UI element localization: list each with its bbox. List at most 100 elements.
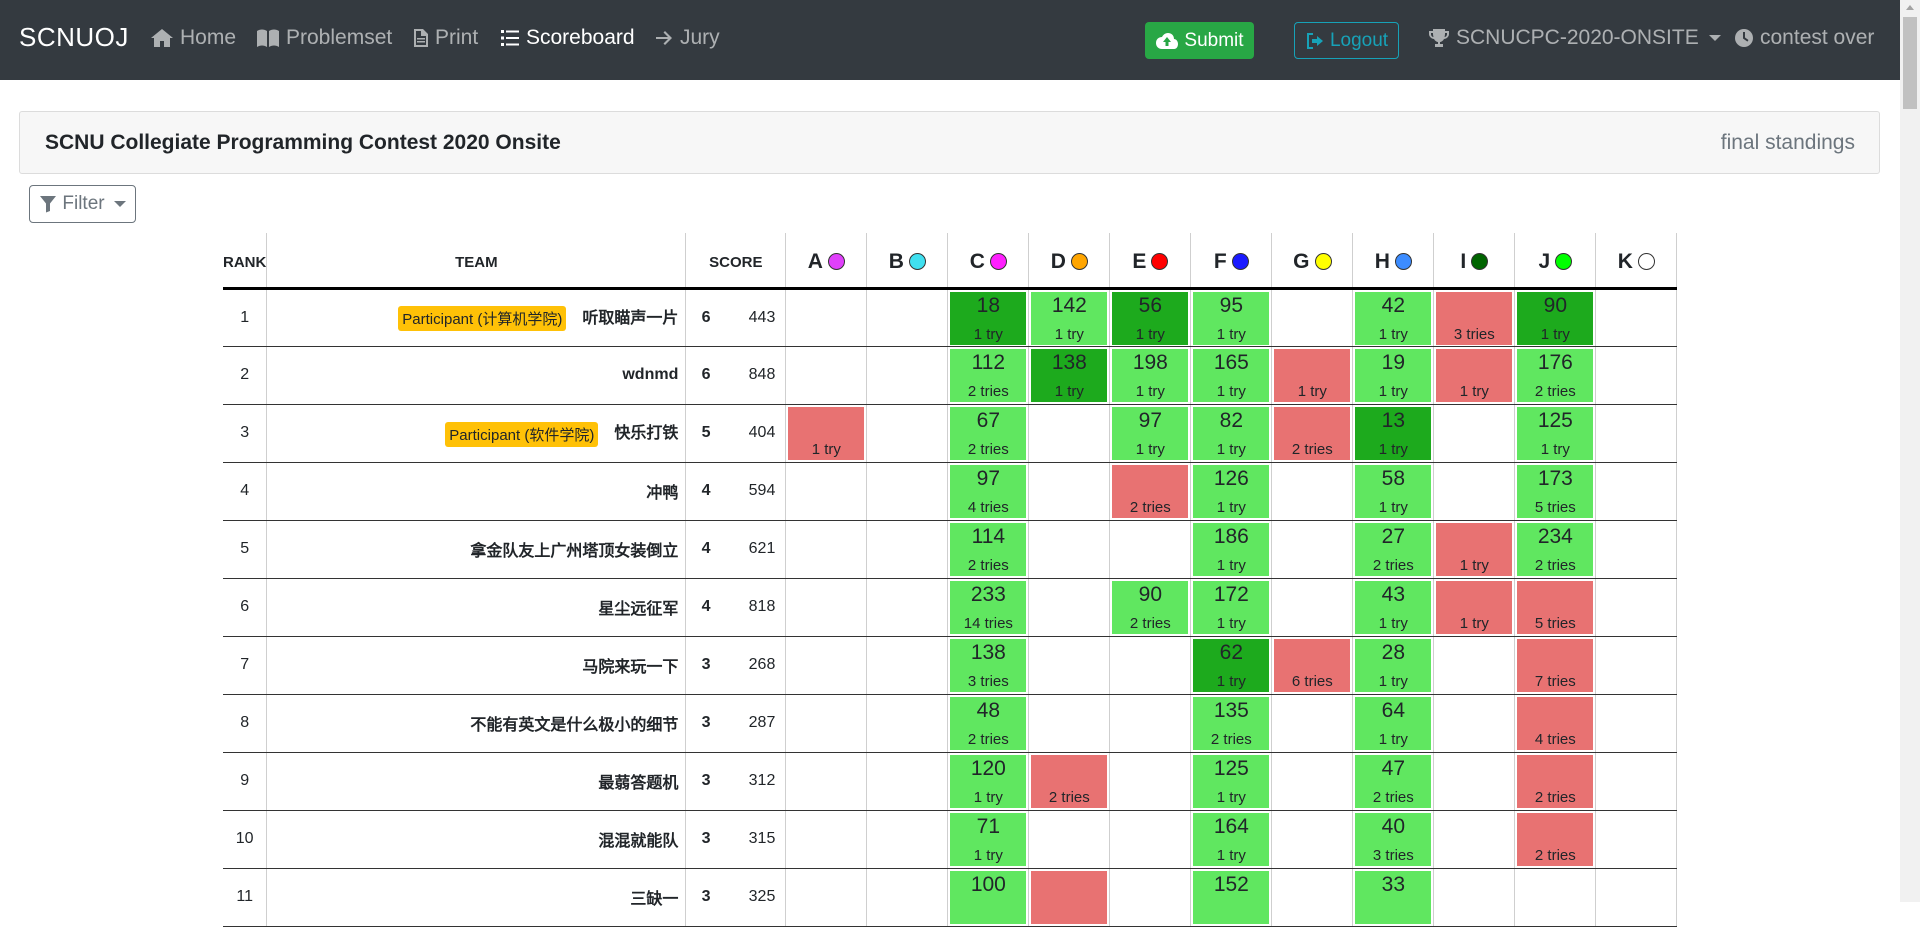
problem-result-cell: 7 tries (1514, 636, 1597, 695)
solve-time: 58 (1381, 467, 1406, 490)
attempt-count: 3 tries (1372, 847, 1414, 864)
team-name[interactable]: wdnmd (622, 366, 678, 383)
problem-result-cell (785, 288, 868, 347)
submit-button[interactable]: Submit (1145, 22, 1254, 59)
attempt-count: 1 try (1216, 847, 1246, 864)
team-name[interactable]: 三缺一 (630, 891, 678, 908)
team-penalty-time: 325 (725, 868, 787, 927)
book-icon (257, 29, 279, 47)
team-name[interactable]: 冲鸭 (646, 485, 678, 502)
team-name[interactable]: 最蒻答题机 (598, 775, 678, 792)
problem-result-cell (1109, 810, 1192, 869)
attempt-count: 2 tries (1291, 441, 1333, 458)
solve-time: 120 (970, 757, 1006, 780)
attempt-count: 1 try (1540, 325, 1570, 343)
nav-print[interactable]: Print (413, 26, 478, 50)
solve-time: 152 (1213, 873, 1249, 896)
scoreboard-table: RANK TEAM SCORE ABCDEFGHIJK 1 Participant… (223, 233, 1678, 927)
first-solve-result: 56 1 try (1112, 291, 1189, 345)
team-penalty-time: 312 (725, 752, 787, 811)
problem-letter: B (888, 249, 904, 273)
clock-icon (1735, 29, 1753, 47)
accepted-result: 186 1 try (1193, 523, 1270, 576)
problem-header-b[interactable]: B (866, 233, 949, 290)
nav-scoreboard[interactable]: Scoreboard (500, 26, 635, 50)
team-name[interactable]: 不能有英文是什么极小的细节 (470, 717, 678, 734)
accepted-result: 125 1 try (1193, 755, 1270, 808)
problem-header-g[interactable]: G (1271, 233, 1354, 290)
problem-header-c[interactable]: C (947, 233, 1030, 290)
nav-jury[interactable]: Jury (654, 26, 720, 50)
problem-header-a[interactable]: A (785, 233, 868, 290)
problem-result-cell (1433, 694, 1516, 753)
rejected-result (1031, 871, 1108, 924)
problem-result-cell: 1 try (785, 404, 868, 463)
attempt-count: 1 try (1378, 731, 1408, 748)
solve-time: 40 (1381, 815, 1406, 838)
solve-time: 71 (976, 815, 1001, 838)
solve-time: 62 (1219, 641, 1244, 664)
attempt-count: 1 try (1459, 383, 1489, 400)
problem-header-f[interactable]: F (1190, 233, 1273, 290)
attempt-count: 1 try (1135, 383, 1165, 400)
team-penalty-time: 594 (725, 462, 787, 521)
contest-title: SCNU Collegiate Programming Contest 2020… (45, 131, 561, 154)
nav-problemset[interactable]: Problemset (256, 26, 392, 50)
contest-selector-dropdown[interactable]: SCNUCPC-2020-ONSITE (1428, 26, 1721, 50)
attempt-count: 1 try (1540, 441, 1570, 458)
problem-result-cell: 18 1 try (947, 288, 1030, 347)
problem-result-cell: 27 2 tries (1352, 520, 1435, 579)
problem-result-cell: 100 (947, 868, 1030, 927)
attempt-count: 2 tries (1534, 557, 1576, 574)
solve-time: 64 (1381, 699, 1406, 722)
problem-result-cell (1433, 752, 1516, 811)
problem-result-cell (1595, 288, 1678, 347)
problem-header-i[interactable]: I (1433, 233, 1516, 290)
nav-problemset-label: Problemset (286, 26, 393, 49)
scroll-up-arrow-icon[interactable] (1906, 5, 1914, 10)
scroll-thumb[interactable] (1903, 17, 1917, 109)
team-solved-count: 4 (685, 462, 726, 521)
problem-header-h[interactable]: H (1352, 233, 1435, 290)
problem-result-cell (785, 810, 868, 869)
problem-result-cell: 186 1 try (1190, 520, 1273, 579)
problem-header-e[interactable]: E (1109, 233, 1192, 290)
nav-home[interactable]: Home (150, 26, 236, 50)
accepted-result: 27 2 tries (1355, 523, 1432, 576)
solve-time: 114 (971, 525, 1006, 548)
problem-header-j[interactable]: J (1514, 233, 1597, 290)
problem-header-d[interactable]: D (1028, 233, 1111, 290)
solve-time: 138 (1051, 351, 1087, 374)
accepted-result: 125 1 try (1517, 407, 1594, 460)
team-penalty-time: 268 (725, 636, 787, 695)
attempt-count: 1 try (1135, 325, 1165, 343)
attempt-count: 1 try (973, 789, 1003, 806)
accepted-result: 64 1 try (1355, 697, 1432, 750)
submit-label: Submit (1184, 29, 1244, 51)
attempt-count: 1 try (1378, 615, 1408, 632)
solve-time: 125 (1213, 757, 1249, 780)
page-scrollbar[interactable] (1900, 0, 1920, 902)
attempt-count: 1 try (1135, 441, 1165, 458)
team-rank: 9 (223, 752, 268, 811)
team-name[interactable]: 拿金队友上广州塔顶女装倒立 (470, 543, 678, 560)
team-name[interactable]: 马院来玩一下 (582, 659, 678, 676)
team-name[interactable]: 星尘远征军 (598, 601, 678, 618)
team-cell: 不能有英文是什么极小的细节 (266, 694, 687, 753)
problem-result-cell (1109, 752, 1192, 811)
accepted-result: 33 (1355, 871, 1432, 924)
brand-logo[interactable]: SCNUOJ (19, 22, 129, 53)
team-name[interactable]: 快乐打铁 (614, 425, 678, 442)
problem-result-cell (866, 520, 949, 579)
problem-result-cell: 90 2 tries (1109, 578, 1192, 637)
balloon-icon (1151, 253, 1169, 270)
rejected-result: 1 try (1274, 349, 1351, 402)
problem-header-k[interactable]: K (1595, 233, 1678, 290)
filter-dropdown-button[interactable]: Filter (29, 185, 136, 223)
attempt-count: 2 tries (1372, 557, 1414, 574)
problem-result-cell: 2 tries (1514, 810, 1597, 869)
team-name[interactable]: 听取瞄声一片 (582, 310, 678, 327)
team-name[interactable]: 混混就能队 (598, 833, 678, 850)
rejected-result: 4 tries (1517, 697, 1594, 750)
logout-button[interactable]: Logout (1294, 22, 1399, 59)
